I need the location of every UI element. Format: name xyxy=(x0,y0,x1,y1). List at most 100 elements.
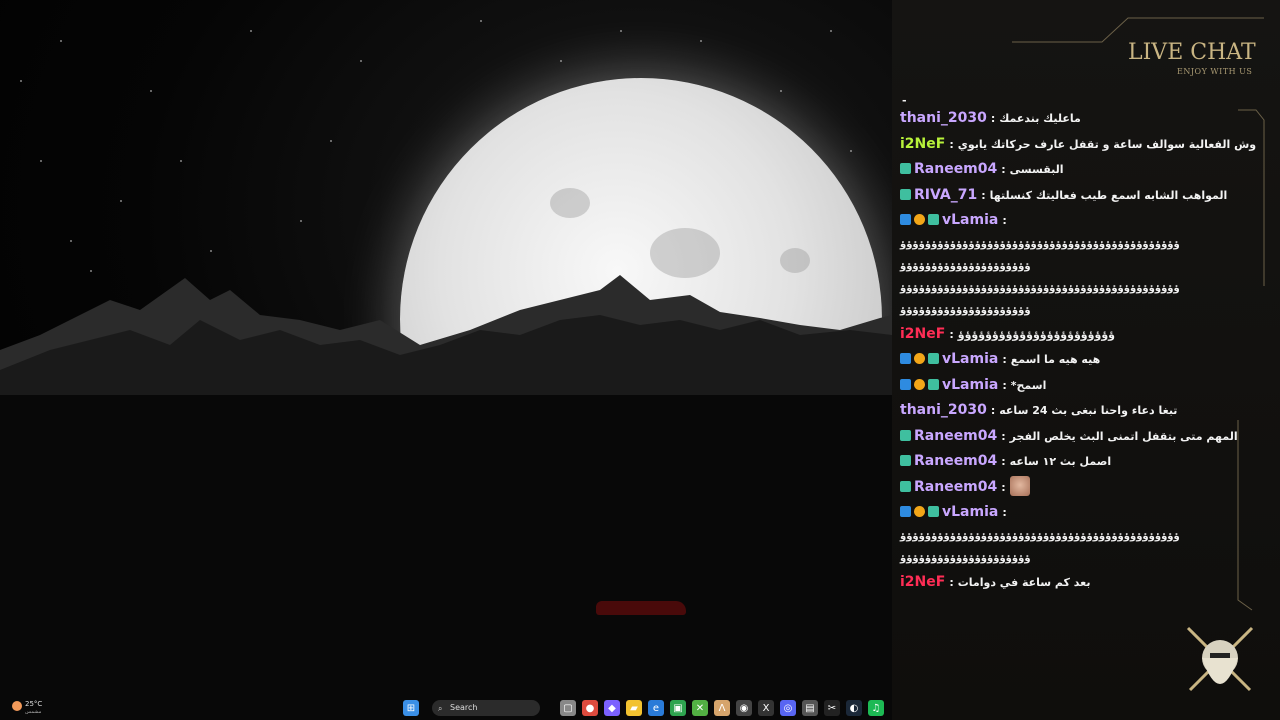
chat-separator: : xyxy=(1001,163,1006,176)
app-icon[interactable]: ▣ xyxy=(670,700,686,716)
chat-separator: : xyxy=(949,575,954,589)
chat-separator: : xyxy=(1002,378,1007,392)
task-view-icon[interactable]: ▢ xyxy=(560,700,576,716)
chat-message: vLamia: هيه هيه ما اسمع xyxy=(900,347,1234,373)
weather-temp: 25°C xyxy=(25,700,43,708)
sub-badge-icon xyxy=(900,429,911,441)
chat-text: اسمح* xyxy=(1010,378,1047,392)
chat-text: ماعليك بندعمك xyxy=(999,112,1081,125)
capcut-icon[interactable]: ✂ xyxy=(824,700,840,716)
chat-message: i2NeF: ؤؤؤؤؤؤؤؤؤؤؤؤؤؤؤؤؤؤؤؤؤؤؤ xyxy=(900,322,1234,348)
chat-message: thani_2030: تبغا دعاء واحنا نبغى بث 24 سا… xyxy=(900,398,1234,424)
x-icon[interactable]: X xyxy=(758,700,774,716)
taskbar-search[interactable]: Search xyxy=(432,700,540,716)
chat-separator: : xyxy=(981,188,986,202)
chat-separator: : xyxy=(1001,455,1006,468)
chat-message: vLamia: xyxy=(900,500,1234,526)
chat-text-wrapped: ؤؤؤؤؤؤؤؤؤؤؤؤؤؤؤؤؤؤؤؤؤؤؤؤؤؤؤؤؤؤؤؤؤؤؤؤؤؤؤؤ… xyxy=(900,530,1181,542)
search-icon: ⌕ xyxy=(438,704,443,713)
sub-badge-icon xyxy=(900,188,911,200)
folder-icon[interactable]: ▰ xyxy=(626,700,642,716)
chat-message: Raneem04: xyxy=(900,475,1234,501)
chat-separator: : xyxy=(990,112,996,125)
chat-text: اصمل بث ١٢ ساعه xyxy=(1009,455,1112,468)
chat-text: المواهب الشابه اسمع طيب فعاليتك كنسلتها xyxy=(989,188,1228,202)
chat-username[interactable]: vLamia xyxy=(942,212,998,228)
anthropic-icon[interactable]: Λ xyxy=(714,700,730,716)
chat-message-fragment: - xyxy=(902,94,907,107)
sub-badge-icon xyxy=(928,214,939,225)
chat-text: البقسسى xyxy=(1009,163,1064,176)
chat-separator: : xyxy=(949,327,954,341)
windows-start-icon[interactable]: ⊞ xyxy=(403,700,419,716)
chat-title: LIVE CHAT xyxy=(1128,40,1256,65)
chat-message: i2NeF: بعد كم ساعة في دوامات xyxy=(900,570,1234,596)
chat-text: هيه هيه ما اسمع xyxy=(1010,353,1101,366)
chat-username[interactable]: Raneem04 xyxy=(914,161,997,177)
arrow-badge-icon xyxy=(900,506,911,517)
xbox-icon[interactable]: ✕ xyxy=(692,700,708,716)
sub-badge-icon xyxy=(900,163,911,174)
chat-text-wrapped: ؤؤؤؤؤؤؤؤؤؤؤؤؤؤؤؤؤؤؤؤؤؤؤؤؤؤؤؤؤؤؤؤؤؤؤؤؤؤؤؤ… xyxy=(900,238,1181,250)
chat-message: Raneem04: البقسسى xyxy=(900,157,1234,183)
chat-username[interactable]: i2NeF xyxy=(900,136,945,152)
chat-separator: : xyxy=(1002,353,1007,366)
chat-text: تبغا دعاء واحنا نبغى بث 24 ساعه xyxy=(999,404,1178,417)
chat-separator: : xyxy=(949,137,954,151)
chat-message: RIVA_71: المواهب الشابه اسمع طيب فعاليتك … xyxy=(900,183,1234,209)
chat-username[interactable]: i2NeF xyxy=(900,326,945,342)
emote-icon xyxy=(1009,475,1030,496)
chat-username[interactable]: i2NeF xyxy=(900,574,945,590)
chat-username[interactable]: RIVA_71 xyxy=(914,187,977,203)
chat-text: المهم متى بتقفل اتمنى البث يخلص الفجر xyxy=(1009,429,1238,443)
chat-text: وش الفعالية سوالف ساعة و تقفل عارف حركات… xyxy=(957,137,1257,151)
chat-text-wrapped: ؤؤؤؤؤؤؤؤؤؤؤؤؤؤؤؤؤؤؤؤؤ xyxy=(900,552,1032,564)
chat-text-wrapped: ؤؤؤؤؤؤؤؤؤؤؤؤؤؤؤؤؤؤؤؤؤ xyxy=(900,260,1032,272)
spotify-icon[interactable]: ♫ xyxy=(868,700,884,716)
chat-text-wrapped: ؤؤؤؤؤؤؤؤؤؤؤؤؤؤؤؤؤؤؤؤؤؤؤؤؤؤؤؤؤؤؤؤؤؤؤؤؤؤؤؤ… xyxy=(900,282,1181,294)
live-chat-panel: LIVE CHAT ENJOY WITH US - thani_2030: ماعل… xyxy=(892,0,1280,720)
terminal-icon[interactable]: ▤ xyxy=(802,700,818,716)
chat-username[interactable]: thani_2030 xyxy=(900,110,987,126)
copilot-icon[interactable]: ◆ xyxy=(604,700,620,716)
discord-icon[interactable]: ◎ xyxy=(780,700,796,716)
chat-message: thani_2030: ماعليك بندعمك xyxy=(900,106,1234,132)
app-icon-2[interactable]: ◉ xyxy=(736,700,752,716)
weather-condition: مشمس xyxy=(25,709,42,715)
sub-badge-icon xyxy=(928,506,939,517)
chat-text: بعد كم ساعة في دوامات xyxy=(957,575,1091,589)
chat-message: vLamia: xyxy=(900,208,1234,234)
chat-username[interactable]: Raneem04 xyxy=(914,428,997,444)
sub-badge-icon xyxy=(900,480,911,492)
sub-badge-icon xyxy=(928,353,939,364)
coin-badge-icon xyxy=(914,214,925,225)
edge-icon[interactable]: e xyxy=(648,700,664,716)
sun-icon xyxy=(12,701,22,711)
chat-separator: : xyxy=(1002,506,1007,519)
chrome-icon[interactable]: ● xyxy=(582,700,598,716)
chat-username[interactable]: thani_2030 xyxy=(900,402,987,418)
viking-logo-icon xyxy=(1186,626,1254,692)
taskbar: Search ⌕ ⊞ ▢ ● ◆ ▰ e ▣ ✕ Λ ◉ X ◎ ▤ ✂ ◐ ♫ xyxy=(0,697,892,720)
coin-badge-icon xyxy=(914,353,925,364)
chat-username[interactable]: vLamia xyxy=(942,351,998,367)
chat-message: vLamia: اسمح* xyxy=(900,373,1234,399)
chat-message: i2NeF: وش الفعالية سوالف ساعة و تقفل عارف… xyxy=(900,132,1256,158)
chat-username[interactable]: vLamia xyxy=(942,377,998,393)
desktop-wallpaper xyxy=(0,0,892,720)
steam-icon[interactable]: ◐ xyxy=(846,700,862,716)
sub-badge-icon xyxy=(928,378,939,390)
chat-separator: : xyxy=(1001,429,1006,443)
chat-separator: : xyxy=(1001,480,1006,494)
chat-username[interactable]: Raneem04 xyxy=(914,479,997,495)
chat-messages: - thani_2030: ماعليك بندعمك i2NeF: وش الفعال… xyxy=(900,94,1256,596)
chat-username[interactable]: Raneem04 xyxy=(914,453,997,469)
chat-username[interactable]: vLamia xyxy=(942,504,998,520)
chat-message: Raneem04: المهم متى بتقفل اتمنى البث يخلص… xyxy=(900,424,1238,450)
mountain-silhouette xyxy=(0,275,892,720)
sub-badge-icon xyxy=(900,455,911,466)
coin-badge-icon xyxy=(914,378,925,390)
arrow-badge-icon xyxy=(900,353,911,364)
chat-text-wrapped: ؤؤؤؤؤؤؤؤؤؤؤؤؤؤؤؤؤؤؤؤؤ xyxy=(900,304,1032,316)
coin-badge-icon xyxy=(914,506,925,517)
